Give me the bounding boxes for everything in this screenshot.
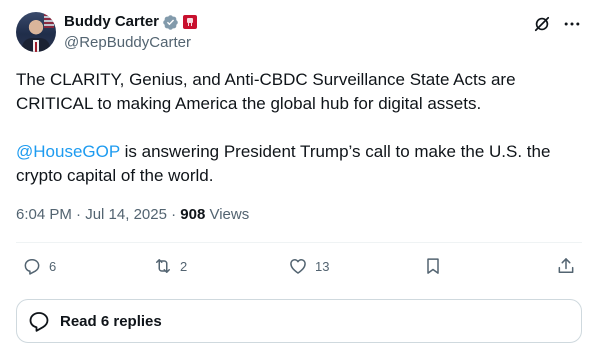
post-paragraph-2: @HouseGOP is answering President Trump’s… [16,140,582,188]
top-actions [532,14,582,34]
flag-graphic [44,14,54,28]
bookmark-icon [427,258,439,274]
post-meta: 6:04 PM · Jul 14, 2025 · 908 Views [16,205,249,225]
like-button[interactable]: 13 [288,256,329,276]
like-icon [290,259,306,274]
mention-link[interactable]: @HouseGOP [16,142,120,161]
post-paragraph-1: The CLARITY, Genius, and Anti-CBDC Surve… [16,70,516,113]
repost-count: 2 [180,258,188,274]
post-time[interactable]: 6:04 PM [16,206,72,223]
post-date[interactable]: Jul 14, 2025 [85,206,167,223]
more-icon[interactable] [562,14,582,34]
views-label: Views [205,206,250,223]
meta-separator: · [166,206,181,223]
views-count[interactable]: 908 [180,206,205,223]
reply-count: 6 [49,258,57,274]
grok-icon[interactable] [532,14,552,34]
post-header: Buddy Carter @RepBuddyCarter [16,12,582,56]
verified-badge-icon[interactable] [162,14,179,31]
read-replies-label: Read 6 replies [60,312,162,330]
divider [16,242,582,243]
avatar-tie [35,42,37,52]
author-info: Buddy Carter @RepBuddyCarter [64,12,198,53]
meta-separator: · [71,206,86,223]
affiliation-badge-icon[interactable] [183,15,198,29]
share-button[interactable] [556,256,576,276]
author-handle[interactable]: @RepBuddyCarter [64,33,197,53]
like-count: 13 [315,258,330,274]
post-text: The CLARITY, Genius, and Anti-CBDC Surve… [16,68,582,188]
read-replies-button[interactable]: Read 6 replies [16,299,582,343]
reply-icon [24,259,40,275]
reply-button[interactable]: 6 [22,256,56,276]
retweet-icon [156,259,170,273]
elephant-icon [187,18,194,26]
speech-bubble-icon [29,312,49,332]
repost-button[interactable]: 2 [153,256,187,276]
name-row: Buddy Carter [64,12,198,32]
bookmark-button[interactable] [423,256,443,276]
avatar[interactable] [16,12,56,52]
action-bar: 6 2 13 [16,256,582,280]
share-icon [558,258,574,273]
author-name[interactable]: Buddy Carter [64,12,159,32]
